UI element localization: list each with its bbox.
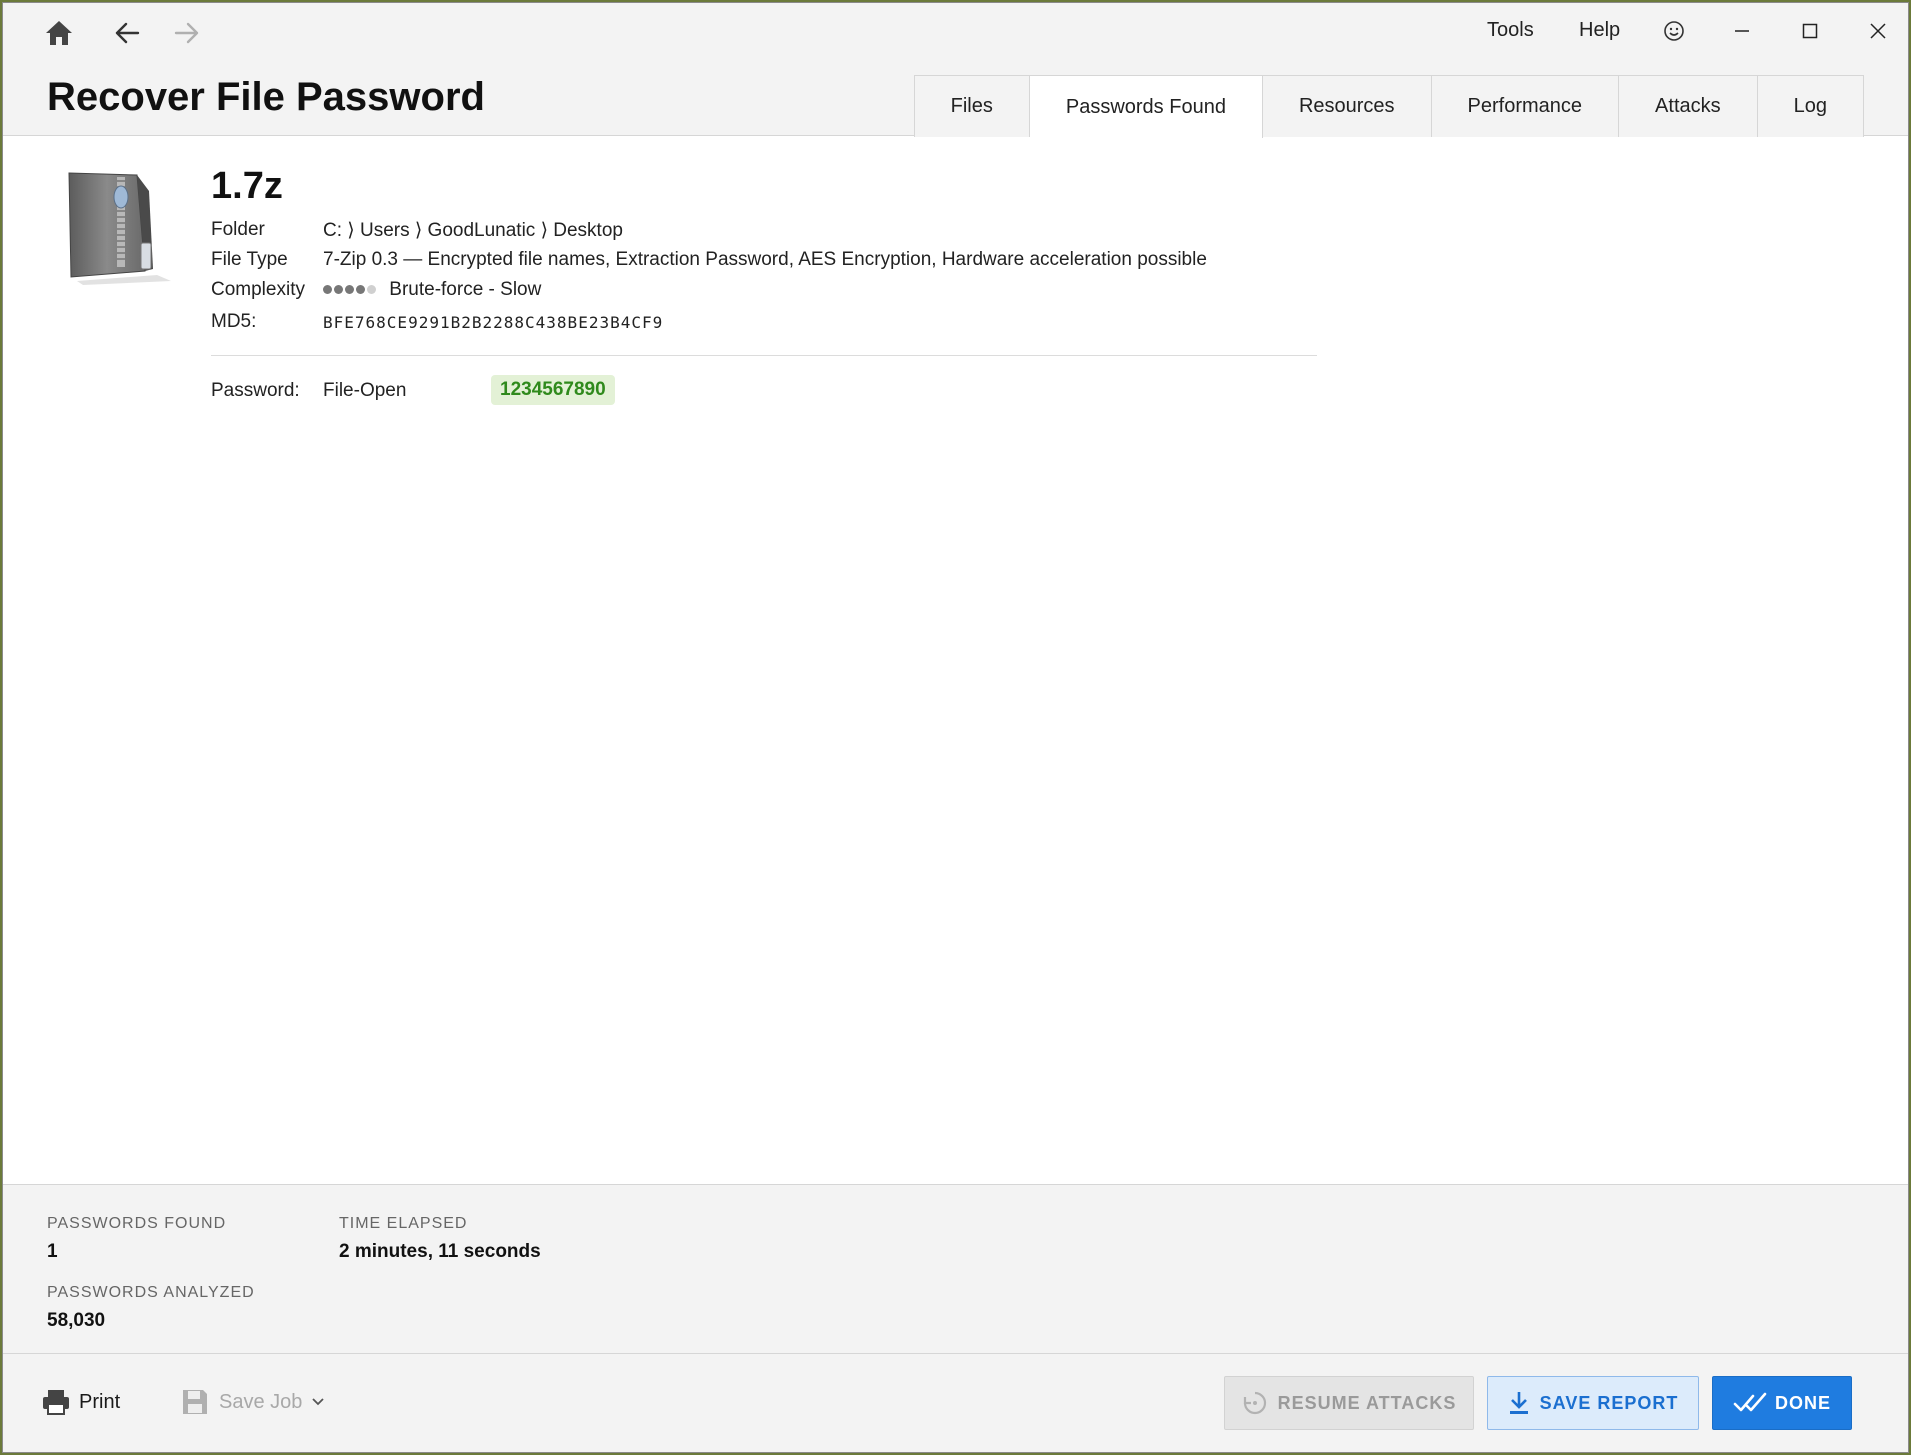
- md5-label: MD5:: [211, 311, 257, 332]
- feedback-button[interactable]: [1651, 11, 1697, 51]
- resume-attacks-label: RESUME ATTACKS: [1277, 1392, 1457, 1413]
- minimize-icon: [1735, 30, 1749, 32]
- close-button[interactable]: [1855, 11, 1901, 51]
- complexity-label: Complexity: [211, 279, 305, 300]
- archive-file-icon: [63, 171, 181, 289]
- passwords-analyzed-label: PASSWORDS ANALYZED: [47, 1284, 255, 1301]
- file-name: 1.7z: [211, 165, 283, 207]
- app-window: Tools Help Recover File Password Files P…: [2, 2, 1909, 1453]
- tab-files[interactable]: Files: [913, 75, 1030, 137]
- time-elapsed-value: 2 minutes, 11 seconds: [339, 1241, 541, 1262]
- done-button[interactable]: DONE: [1712, 1376, 1852, 1430]
- home-icon: [46, 21, 72, 45]
- password-row: Password: File-Open: [211, 380, 406, 402]
- password-label: Password:: [211, 380, 300, 401]
- arrow-left-icon: [115, 22, 140, 44]
- time-elapsed-label: TIME ELAPSED: [339, 1215, 468, 1232]
- password-value[interactable]: 1234567890: [491, 375, 615, 405]
- passwords-found-value: 1: [47, 1241, 58, 1262]
- complexity-dot: [323, 285, 332, 295]
- forward-button[interactable]: [165, 13, 209, 53]
- tab-log[interactable]: Log: [1757, 75, 1864, 137]
- folder-path[interactable]: C: ⟩ Users ⟩ GoodLunatic ⟩ Desktop: [323, 219, 623, 242]
- md5-value: BFE768CE9291B2B2288C438BE23B4CF9: [323, 313, 664, 332]
- resume-icon: [1243, 1391, 1266, 1415]
- stats-panel: PASSWORDS FOUND 1 TIME ELAPSED 2 minutes…: [3, 1184, 1908, 1354]
- tab-attacks[interactable]: Attacks: [1619, 75, 1758, 137]
- tab-performance[interactable]: Performance: [1431, 75, 1620, 137]
- print-button[interactable]: Print: [41, 1388, 120, 1416]
- complexity-dot: [345, 285, 354, 295]
- passwords-analyzed-value: 58,030: [47, 1310, 106, 1331]
- save-job-label: Save Job: [219, 1390, 303, 1413]
- print-label: Print: [79, 1390, 121, 1413]
- folder-label: Folder: [211, 219, 265, 240]
- tab-bar: Files Passwords Found Resources Performa…: [913, 75, 1864, 138]
- arrow-right-icon: [174, 22, 199, 44]
- save-report-label: SAVE REPORT: [1539, 1392, 1679, 1413]
- minimize-button[interactable]: [1719, 11, 1765, 51]
- page-title: Recover File Password: [47, 75, 485, 119]
- complexity-value: Brute-force - Slow: [389, 279, 542, 300]
- done-label: DONE: [1774, 1392, 1831, 1413]
- home-button[interactable]: [37, 13, 81, 53]
- tab-passwords-found[interactable]: Passwords Found: [1029, 75, 1263, 138]
- footer-bar: Print Save Job RESUME ATTACKS SAVE REPOR…: [3, 1354, 1908, 1452]
- chevron-down-icon: [312, 1398, 325, 1406]
- md5-row: MD5: BFE768CE9291B2B2288C438BE23B4CF9: [211, 311, 663, 333]
- smiley-icon: [1664, 21, 1684, 41]
- maximize-icon: [1802, 23, 1818, 39]
- filetype-value: 7-Zip 0.3 — Encrypted file names, Extrac…: [323, 249, 1207, 270]
- complexity-meter: [323, 285, 376, 295]
- help-menu[interactable]: Help: [1579, 19, 1620, 42]
- section-divider: [211, 355, 1317, 356]
- filetype-label: File Type: [211, 249, 288, 270]
- floppy-disk-icon: [183, 1390, 207, 1414]
- resume-attacks-button[interactable]: RESUME ATTACKS: [1224, 1376, 1474, 1430]
- printer-icon: [43, 1390, 69, 1415]
- folder-row: Folder C: ⟩ Users ⟩ GoodLunatic ⟩ Deskto…: [211, 219, 623, 242]
- close-icon: [1870, 23, 1886, 39]
- save-report-button[interactable]: SAVE REPORT: [1487, 1376, 1699, 1430]
- double-check-icon: [1733, 1392, 1767, 1412]
- download-icon: [1509, 1392, 1528, 1414]
- maximize-button[interactable]: [1787, 11, 1833, 51]
- title-bar: Tools Help: [3, 3, 1908, 63]
- complexity-dot: [356, 285, 365, 295]
- save-job-button[interactable]: Save Job: [181, 1388, 326, 1416]
- tools-menu[interactable]: Tools: [1487, 19, 1534, 42]
- page-header: Recover File Password Files Passwords Fo…: [3, 63, 1908, 138]
- tab-resources[interactable]: Resources: [1262, 75, 1432, 137]
- complexity-dot: [367, 285, 376, 295]
- complexity-row: Complexity Brute-force - Slow: [211, 279, 541, 301]
- back-button[interactable]: [105, 13, 149, 53]
- password-type: File-Open: [323, 380, 407, 401]
- complexity-dot: [334, 285, 343, 295]
- filetype-row: File Type 7-Zip 0.3 — Encrypted file nam…: [211, 249, 1207, 271]
- passwords-found-label: PASSWORDS FOUND: [47, 1215, 227, 1232]
